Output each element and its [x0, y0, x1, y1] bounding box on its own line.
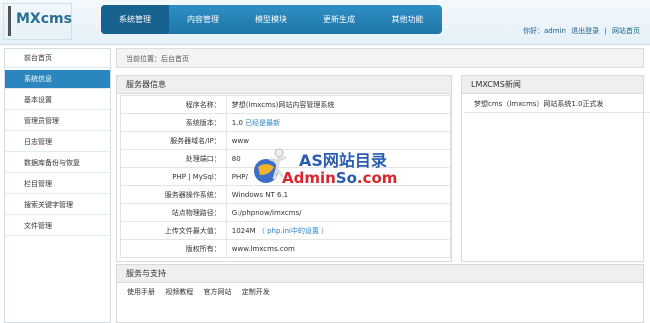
- user-bar: 你好：admin 退出登录 | 网站首页: [520, 26, 640, 36]
- row-label: PHP | MySql：: [120, 167, 227, 186]
- news-title: LMXCMS新闻: [462, 76, 643, 94]
- tab-generate[interactable]: 更新生成: [305, 5, 373, 34]
- logo-text: MXcms: [16, 11, 72, 27]
- row-label: 系统版本：: [120, 113, 227, 132]
- row-value: www.lmxcms.com: [225, 239, 452, 258]
- watermark: AS网站目录 AdminSo.com: [250, 147, 400, 189]
- table-row: 上传文件最大值： 1024M （ php.ini中的设置 ）: [120, 221, 452, 240]
- official-site-link[interactable]: 官方网站: [203, 288, 231, 296]
- support-title: 服务与支持: [117, 265, 643, 283]
- row-label: 版权所有：: [120, 239, 227, 258]
- row-label: 程序名称：: [120, 95, 227, 114]
- site-home-link[interactable]: 网站首页: [612, 27, 640, 35]
- sidebar-item-logs[interactable]: 日志管理: [5, 133, 110, 152]
- server-info-title: 服务器信息: [117, 76, 451, 94]
- row-value: G:/phpnow/lmxcms/: [225, 203, 452, 222]
- watermark-title: AS网站目录: [299, 151, 387, 170]
- row-value: 1024M （ php.ini中的设置 ）: [225, 221, 452, 240]
- row-value: 1.0 已经是最新: [225, 113, 452, 132]
- sidebar-item-columns[interactable]: 栏目管理: [5, 175, 110, 194]
- tab-system[interactable]: 系统管理: [101, 5, 169, 34]
- greeting: 你好：admin: [523, 27, 566, 35]
- sidebar-item-backup[interactable]: 数据库备份与恢复: [5, 154, 110, 173]
- row-value: 梦想(lmxcms)网站内容管理系统: [225, 95, 452, 114]
- table-row: 站点物理路径： G:/phpnow/lmxcms/: [120, 203, 452, 222]
- sidebar: 前台首页 系统信息 基本设置 管理员管理 日志管理 数据库备份与恢复 栏目管理 …: [4, 48, 111, 323]
- latest-version-link[interactable]: 已经是最新: [245, 119, 280, 127]
- sidebar-item-front-home[interactable]: 前台首页: [5, 49, 110, 68]
- table-row: 程序名称： 梦想(lmxcms)网站内容管理系统: [120, 95, 452, 114]
- row-label: 服务器操作系统：: [120, 185, 227, 204]
- php-ini-link[interactable]: （ php.ini中的设置 ）: [258, 227, 328, 235]
- separator: |: [604, 27, 607, 35]
- main-nav: 系统管理 内容管理 模型模块 更新生成 其他功能: [101, 5, 442, 34]
- tab-model[interactable]: 模型模块: [237, 5, 305, 34]
- row-label: 上传文件最大值：: [120, 221, 227, 240]
- tab-other[interactable]: 其他功能: [373, 5, 442, 34]
- support-links: 使用手册 视频教程 官方网站 定制开发: [127, 287, 278, 297]
- news-item[interactable]: 梦想cms（lmxcms）网站系统1.0正式发: [464, 96, 650, 113]
- logo-bar: [8, 6, 11, 36]
- watermark-domain: AdminSo.com: [282, 169, 398, 187]
- sidebar-item-system-info[interactable]: 系统信息: [5, 70, 110, 89]
- manual-link[interactable]: 使用手册: [127, 288, 155, 296]
- news-panel: LMXCMS新闻 梦想cms（lmxcms）网站系统1.0正式发: [461, 75, 650, 262]
- table-row: 系统版本： 1.0 已经是最新: [120, 113, 452, 132]
- sidebar-item-admin[interactable]: 管理员管理: [5, 112, 110, 131]
- row-label: 服务器域名/IP：: [120, 131, 227, 150]
- sidebar-item-basic-settings[interactable]: 基本设置: [5, 91, 110, 110]
- tab-content[interactable]: 内容管理: [169, 5, 237, 34]
- logout-link[interactable]: 退出登录: [571, 27, 599, 35]
- sidebar-item-files[interactable]: 文件管理: [5, 217, 110, 236]
- support-panel: 服务与支持 使用手册 视频教程 官方网站 定制开发: [116, 264, 644, 323]
- sidebar-item-keywords[interactable]: 搜索关键字管理: [5, 196, 110, 215]
- video-link[interactable]: 视频教程: [165, 288, 193, 296]
- row-label: 处理端口：: [120, 149, 227, 168]
- top-header: MXcms 系统管理 内容管理 模型模块 更新生成 其他功能 你好：admin …: [0, 0, 650, 45]
- table-row: 版权所有： www.lmxcms.com: [120, 239, 452, 258]
- logo: MXcms: [3, 3, 72, 40]
- breadcrumb: 当前位置：后台首页: [116, 48, 644, 68]
- row-label: 站点物理路径：: [120, 203, 227, 222]
- custom-dev-link[interactable]: 定制开发: [242, 288, 270, 296]
